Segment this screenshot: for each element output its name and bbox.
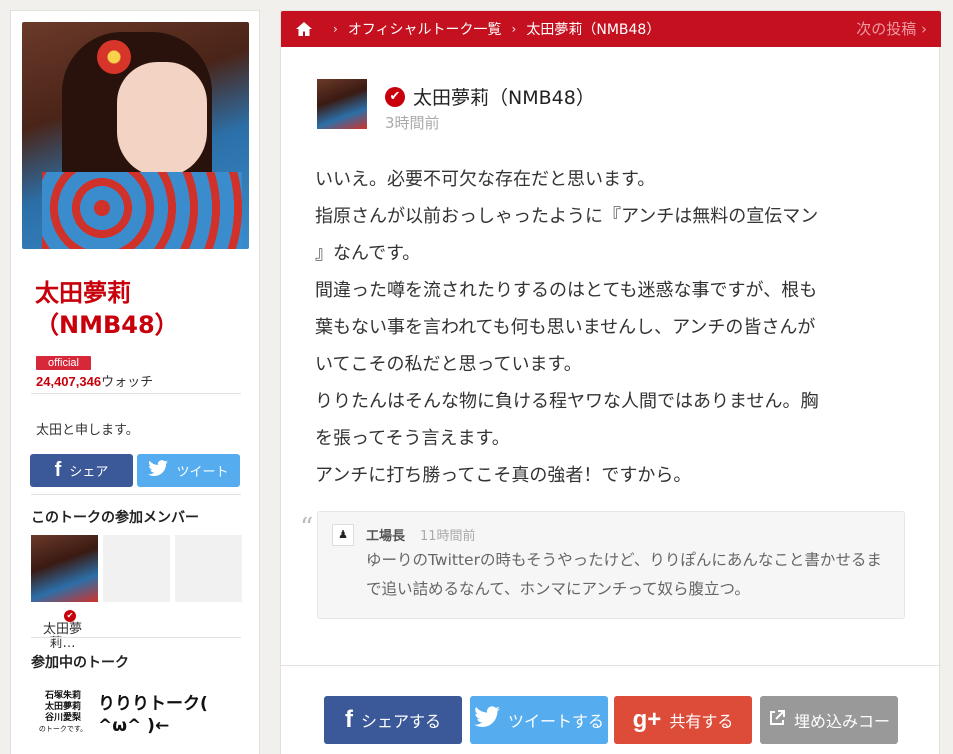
post-line: 』なんです。: [315, 243, 421, 264]
sidebar-facebook-share-label: シェア: [69, 465, 109, 480]
post-author: ✔ 太田夢莉（NMB48）: [385, 83, 595, 110]
chevron-right-icon: ›: [511, 22, 517, 36]
profile-description: 太田と申します。: [36, 423, 139, 438]
googleplus-share-label: 共有する: [669, 712, 734, 731]
next-post-label: 次の投稿: [856, 20, 917, 38]
talk-thumbnail[interactable]: 石塚朱莉 太田夢莉 谷川愛梨 のトークです。: [35, 687, 91, 743]
post-line: いてこその私だと思っています。: [315, 354, 582, 375]
twitter-share-label: ツイートする: [507, 712, 604, 731]
post-line: 間違った噂を流されたりするのはとても迷惑な事ですが、根も: [315, 280, 818, 301]
talk-thumb-line: 太田夢莉: [44, 702, 81, 712]
member-placeholder: [175, 535, 242, 602]
quote-text: ゆーりのTwitterの時もそうやったけど、りりぽんにあんなこと書かせるまで追い…: [366, 551, 882, 598]
facebook-icon: f: [54, 459, 62, 481]
googleplus-icon: g+: [632, 706, 662, 733]
sidebar-twitter-share-button[interactable]: ツイート: [137, 454, 240, 487]
divider: [31, 494, 241, 495]
profile-name: 太田夢莉 （NMB48）: [35, 277, 245, 341]
verified-check-icon: ✔: [64, 610, 76, 622]
external-link-icon: [768, 706, 786, 734]
profile-name-line1: 太田夢莉: [35, 279, 131, 307]
post-timestamp: 3時間前: [385, 114, 440, 132]
next-post-link[interactable]: 次の投稿 ›: [856, 11, 927, 47]
watch-count-number: 24,407,346: [36, 374, 102, 389]
facebook-share-label: シェアする: [360, 712, 441, 731]
chevron-right-icon: ›: [333, 22, 338, 36]
chevron-right-icon: ›: [921, 20, 927, 38]
main-panel: › オフィシャルトーク一覧 › 太田夢莉（NMB48） 次の投稿 › ✔ 太田夢…: [280, 10, 941, 754]
members-heading: このトークの参加メンバー: [31, 510, 199, 526]
photo-kimono: [42, 172, 242, 249]
profile-photo[interactable]: [22, 22, 249, 249]
facebook-icon: f: [344, 706, 353, 733]
talk-title-link[interactable]: りりりトーク( ^ω^ )←: [98, 693, 248, 737]
watch-count: 24,407,346ウォッチ: [36, 371, 153, 390]
talks-heading: 参加中のトーク: [31, 655, 129, 671]
verified-check-icon: ✔: [385, 86, 405, 107]
quote-icon: “: [300, 513, 314, 543]
talk-thumb-line: のトークです。: [38, 725, 88, 733]
post-line: 指原さんが以前おっしゃったように『アンチは無料の宣伝マン: [315, 206, 819, 227]
member-avatar[interactable]: [31, 535, 98, 602]
breadcrumb-current: 太田夢莉（NMB48）: [526, 22, 661, 38]
post-line: りりたんはそんな物に負ける程ヤワな人間ではありません。胸: [315, 391, 819, 412]
sidebar-twitter-share-label: ツイート: [176, 465, 229, 480]
post-line: アンチに打ち勝ってこそ真の強者！ですから。: [315, 465, 692, 486]
photo-flower: [97, 40, 131, 74]
talk-thumb-line: 谷川愛梨: [44, 713, 81, 723]
talk-thumb-line: 石塚朱莉: [44, 691, 81, 701]
watch-count-suffix: ウォッチ: [101, 374, 154, 389]
post-author-name[interactable]: 太田夢莉（NMB48）: [413, 83, 595, 110]
post-body: いいえ。必要不可欠な存在だと思います。 指原さんが以前おっしゃったように『アンチ…: [315, 161, 905, 494]
member-placeholder: [103, 535, 170, 602]
photo-face: [117, 62, 207, 177]
divider: [281, 665, 941, 666]
quote-timestamp: 11時間前: [420, 529, 476, 544]
embed-code-label: 埋め込みコー: [794, 712, 891, 731]
post-line: 葉もない事を言われても何も思いませんし、アンチの皆さんが: [315, 317, 816, 338]
breadcrumb: › オフィシャルトーク一覧 › 太田夢莉（NMB48） 次の投稿 ›: [281, 11, 941, 47]
embed-code-button[interactable]: 埋め込みコー: [760, 696, 898, 744]
post-line: を張ってそう言えます。: [315, 428, 510, 449]
twitter-icon: [148, 459, 169, 482]
home-icon[interactable]: [295, 21, 313, 37]
googleplus-share-button[interactable]: g+ 共有する: [614, 696, 752, 744]
official-badge: official: [36, 356, 91, 370]
sidebar-facebook-share-button[interactable]: f シェア: [30, 454, 133, 487]
post-line: いいえ。必要不可欠な存在だと思います。: [315, 169, 656, 190]
profile-name-line2: （NMB48）: [35, 311, 179, 339]
facebook-share-button[interactable]: f シェアする: [324, 696, 462, 744]
divider: [31, 637, 241, 638]
quote-user-avatar: ♟: [332, 524, 354, 546]
post-author-avatar[interactable]: [317, 79, 367, 129]
breadcrumb-talk-list[interactable]: オフィシャルトーク一覧: [348, 19, 502, 39]
twitter-share-button[interactable]: ツイートする: [470, 696, 608, 744]
divider: [31, 393, 241, 394]
sidebar: 太田夢莉 （NMB48） official 24,407,346ウォッチ 太田と…: [10, 10, 260, 754]
quoted-comment[interactable]: ♟ 工場長 11時間前 ゆーりのTwitterの時もそうやったけど、りりぽんにあ…: [317, 511, 905, 619]
twitter-icon: [473, 706, 500, 734]
quote-user-name: 工場長: [366, 529, 406, 544]
